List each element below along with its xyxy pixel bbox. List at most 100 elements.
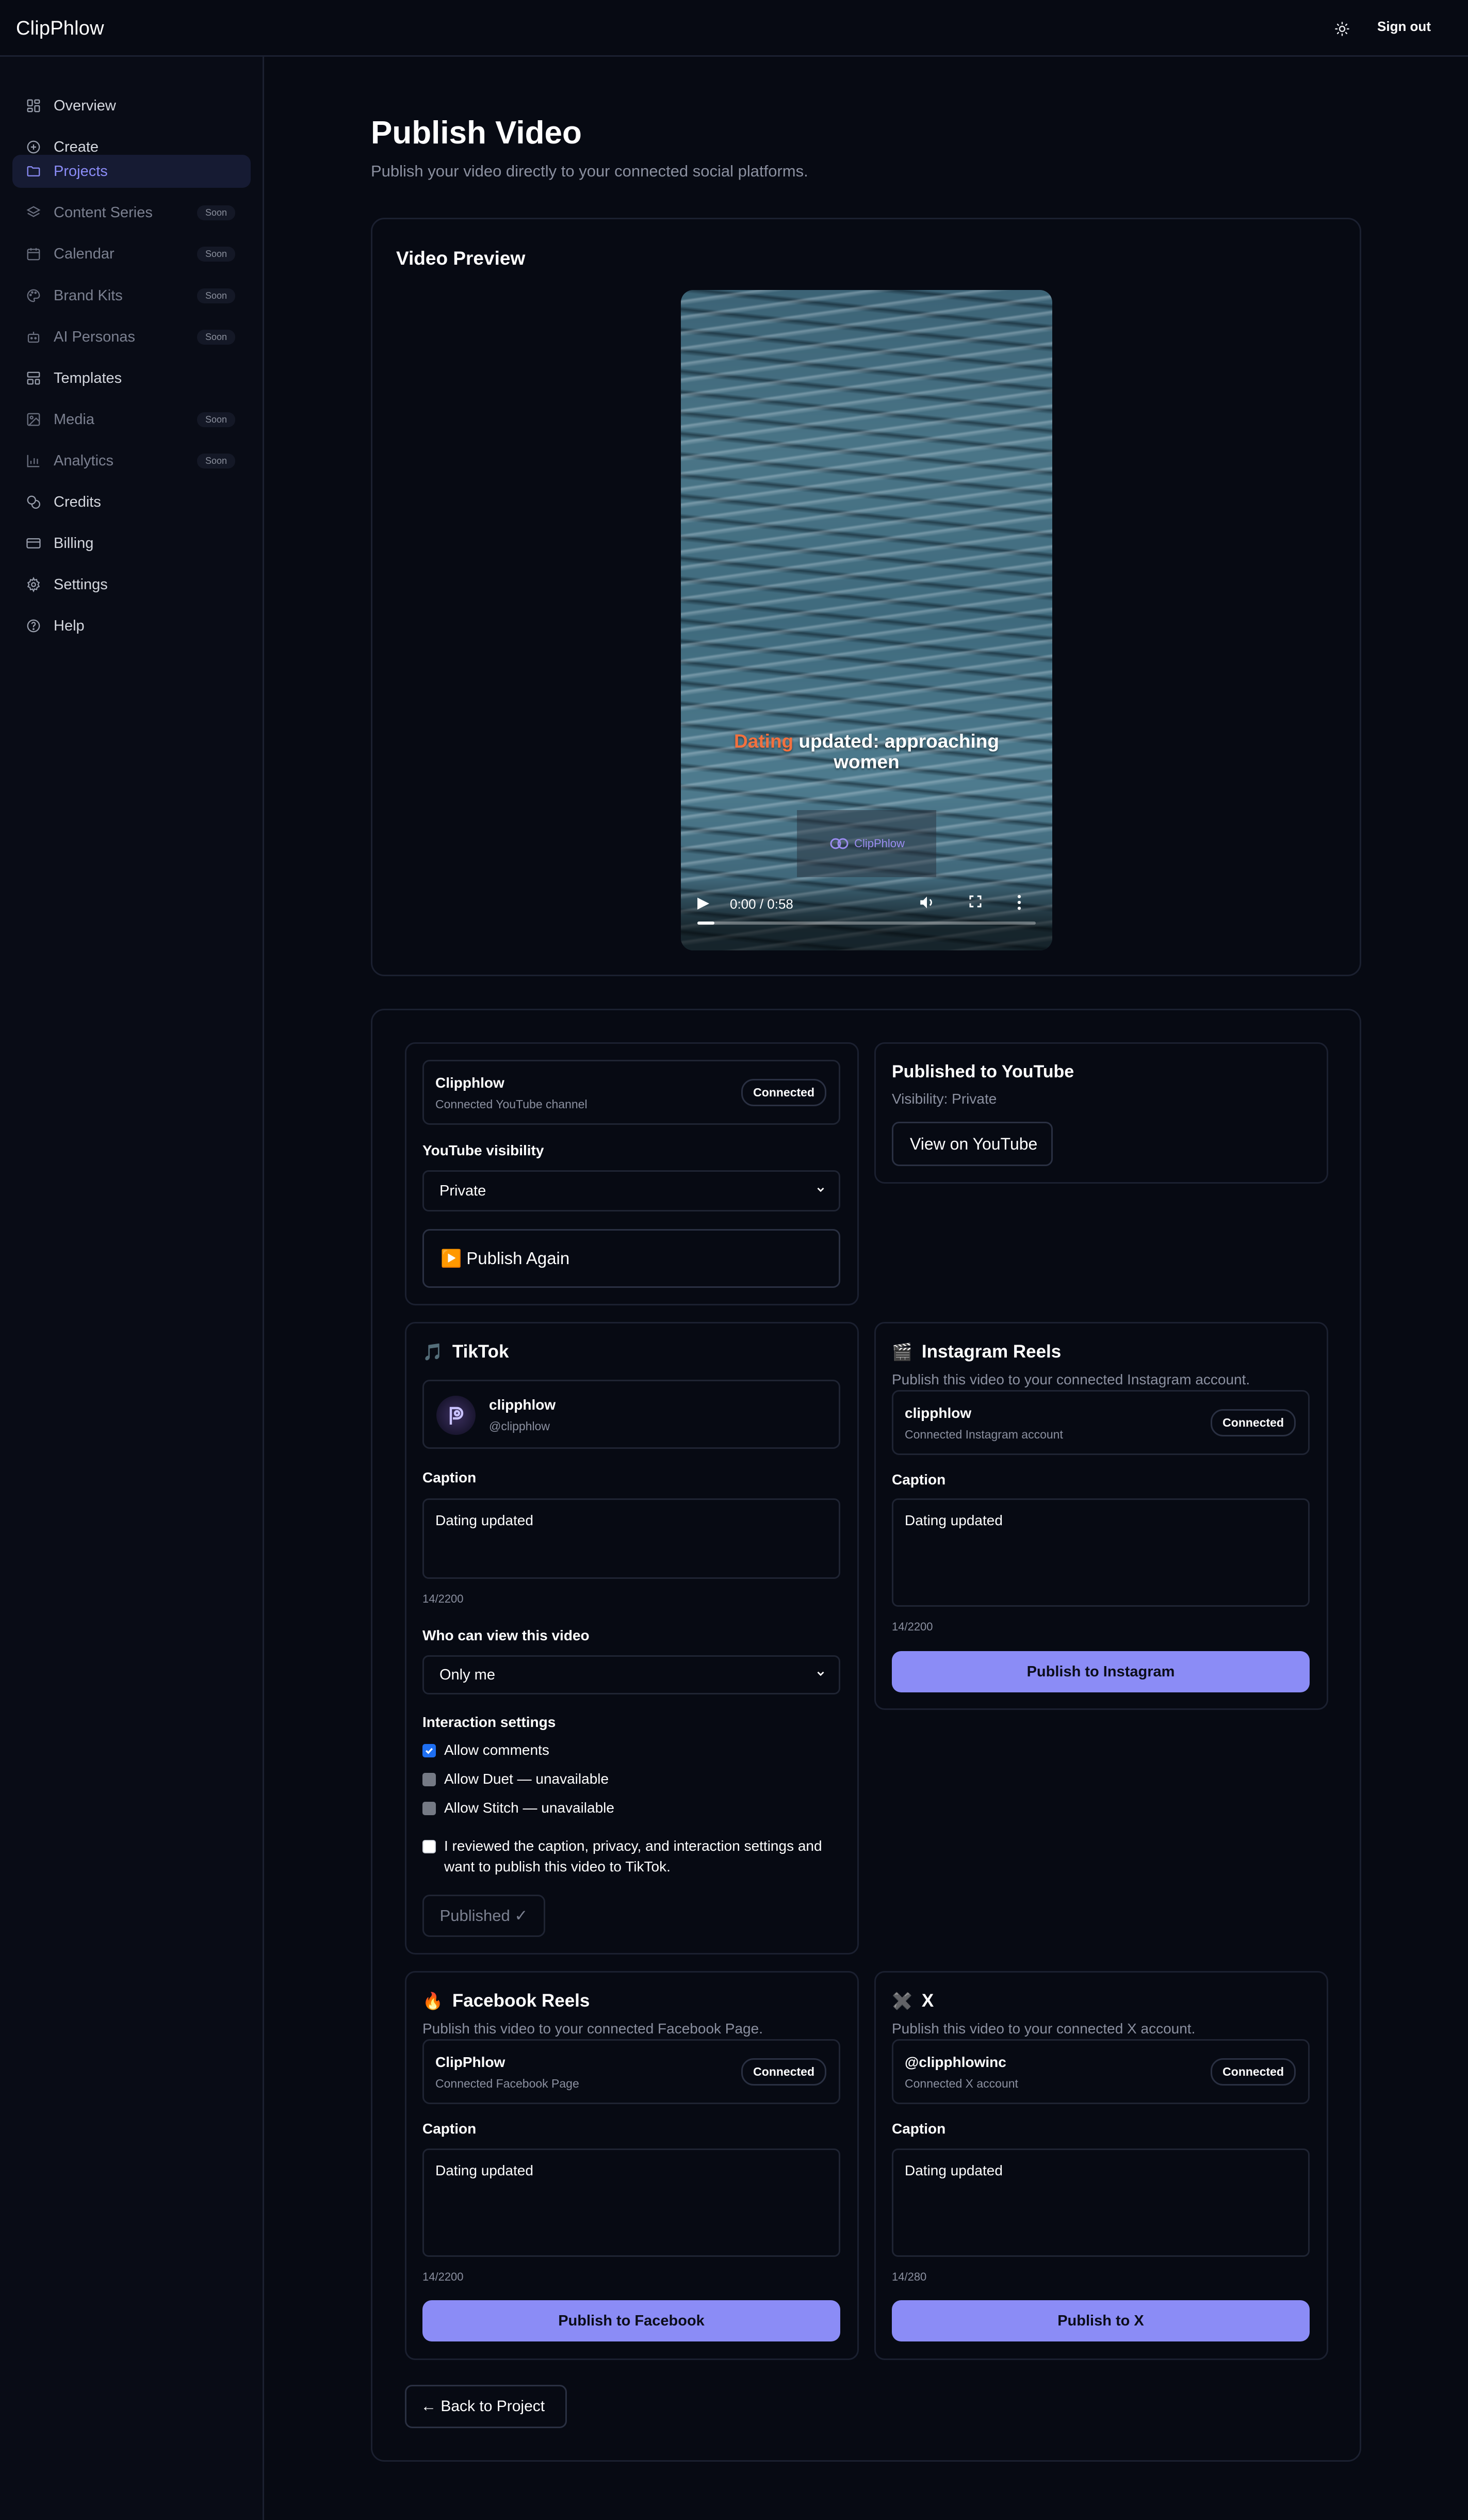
facebook-desc: Publish this video to your connected Fac… xyxy=(422,2021,763,2037)
play-icon[interactable]: ▶ xyxy=(697,894,709,912)
publish-to-instagram-button[interactable]: Publish to Instagram xyxy=(892,1651,1310,1692)
sidebar-item-help[interactable]: Help xyxy=(12,609,251,642)
video-caption-overlay: Dating updated: approaching women xyxy=(681,731,1052,772)
fire-icon: 🔥 xyxy=(422,1992,443,2010)
checkbox-checked[interactable] xyxy=(422,1744,436,1757)
tiktok-title-text: TikTok xyxy=(452,1342,509,1362)
more-options-icon[interactable] xyxy=(1016,894,1022,915)
video-progress-bar[interactable] xyxy=(697,922,1036,925)
account-name: Clipphlow xyxy=(435,1075,504,1091)
caption-label: Caption xyxy=(422,1469,477,1485)
caption-text: updated: approaching xyxy=(793,731,999,752)
video-time: 0:00 / 0:58 xyxy=(730,896,793,912)
music-note-icon: 🎵 xyxy=(422,1343,443,1361)
account-desc: Connected Facebook Page xyxy=(435,2077,579,2090)
sidebar-item-label: Create xyxy=(54,138,99,155)
video-progress-fill xyxy=(697,922,714,925)
video-player[interactable]: Dating updated: approaching women ClipPh… xyxy=(681,290,1052,950)
sidebar-item-label: Billing xyxy=(54,535,94,552)
confirm-row[interactable]: I reviewed the caption, privacy, and int… xyxy=(422,1836,822,1877)
palette-icon xyxy=(25,287,42,304)
chevron-down-icon xyxy=(815,1667,826,1684)
account-desc: Connected Instagram account xyxy=(905,1428,1063,1441)
facebook-caption-input[interactable]: Dating updated xyxy=(422,2149,840,2257)
caption-label: Caption xyxy=(422,2121,477,2137)
top-bar: ClipPhlow Sign out xyxy=(0,0,1468,57)
view-on-youtube-button[interactable]: View on YouTube xyxy=(892,1122,1053,1166)
brand-logo[interactable]: ClipPhlow xyxy=(16,18,104,40)
gear-icon xyxy=(25,576,42,593)
watermark-logo-icon xyxy=(830,838,849,849)
select-value: Private xyxy=(439,1182,486,1199)
connected-badge: Connected xyxy=(1211,2058,1296,2086)
sidebar-item-calendar[interactable]: Calendar Soon xyxy=(12,237,251,270)
watermark-text: ClipPhlow xyxy=(854,837,905,850)
caption-label: Caption xyxy=(892,1472,946,1488)
sidebar-item-brand-kits[interactable]: Brand Kits Soon xyxy=(12,279,251,312)
allow-comments-row[interactable]: Allow comments xyxy=(422,1742,549,1758)
sidebar-item-label: Analytics xyxy=(54,452,114,469)
sidebar-item-overview[interactable]: Overview xyxy=(12,89,251,122)
video-preview-title: Video Preview xyxy=(396,248,526,269)
soon-badge: Soon xyxy=(197,454,235,469)
instagram-desc: Publish this video to your connected Ins… xyxy=(892,1371,1250,1387)
x-caption-input[interactable]: Dating updated xyxy=(892,2149,1310,2257)
caption-count: 14/280 xyxy=(892,2270,927,2283)
facebook-account: ClipPhlow Connected Facebook Page Connec… xyxy=(422,2039,840,2104)
template-icon xyxy=(25,369,42,387)
sidebar-item-media[interactable]: Media Soon xyxy=(12,403,251,436)
tiktok-caption-input[interactable]: Dating updated xyxy=(422,1498,840,1579)
instagram-caption-input[interactable]: Dating updated xyxy=(892,1498,1310,1607)
layers-icon xyxy=(25,204,42,221)
sidebar-item-label: Projects xyxy=(54,163,108,180)
confirm-checkbox[interactable] xyxy=(422,1840,436,1853)
caption-line-2: women xyxy=(834,751,900,772)
soon-badge: Soon xyxy=(197,330,235,345)
tiktok-privacy-select[interactable]: Only me xyxy=(422,1655,840,1694)
volume-icon[interactable] xyxy=(918,894,936,915)
sidebar-item-label: AI Personas xyxy=(54,328,135,345)
youtube-account: Clipphlow Connected YouTube channel Conn… xyxy=(422,1060,840,1125)
connected-badge: Connected xyxy=(741,2058,826,2086)
publish-to-facebook-button[interactable]: Publish to Facebook xyxy=(422,2300,840,2341)
sidebar-item-billing[interactable]: Billing xyxy=(12,527,251,560)
youtube-visibility-label: YouTube visibility xyxy=(422,1142,544,1158)
sidebar-item-settings[interactable]: Settings xyxy=(12,568,251,601)
soon-badge: Soon xyxy=(197,412,235,427)
sidebar-item-templates[interactable]: Templates xyxy=(12,362,251,395)
sidebar-item-content-series[interactable]: Content Series Soon xyxy=(12,196,251,229)
back-to-project-button[interactable]: ← Back to Project xyxy=(405,2385,567,2428)
plus-circle-icon xyxy=(25,138,42,156)
sidebar-item-ai-personas[interactable]: AI Personas Soon xyxy=(12,320,251,353)
x-desc: Publish this video to your connected X a… xyxy=(892,2021,1196,2037)
privacy-label: Who can view this video xyxy=(422,1627,590,1643)
account-desc: Connected X account xyxy=(905,2077,1018,2090)
publish-again-button[interactable]: ▶️ Publish Again xyxy=(422,1229,840,1288)
x-logo-icon: ✖️ xyxy=(892,1992,912,2010)
tiktok-title: 🎵 TikTok xyxy=(422,1342,509,1362)
caption-count: 14/2200 xyxy=(422,1592,464,1605)
instagram-title: 🎬 Instagram Reels xyxy=(892,1342,1061,1362)
sidebar-item-credits[interactable]: Credits xyxy=(12,486,251,519)
account-handle: @clipphlow xyxy=(489,1419,550,1433)
sidebar-item-analytics[interactable]: Analytics Soon xyxy=(12,444,251,477)
published-visibility: Visibility: Private xyxy=(892,1091,997,1107)
help-circle-icon xyxy=(25,617,42,635)
sign-out-button[interactable]: Sign out xyxy=(1377,19,1431,35)
sidebar-item-projects[interactable]: Projects xyxy=(12,155,251,188)
bot-icon xyxy=(25,328,42,346)
caption-label: Caption xyxy=(892,2121,946,2137)
soon-badge: Soon xyxy=(197,288,235,303)
theme-toggle-button[interactable] xyxy=(1330,18,1355,40)
checkbox-disabled xyxy=(422,1802,436,1815)
tiktok-published-button[interactable]: Published ✓ xyxy=(422,1895,545,1937)
youtube-visibility-select[interactable]: Private xyxy=(422,1170,840,1211)
sidebar-item-label: Help xyxy=(54,617,85,634)
account-name: @clipphlowinc xyxy=(905,2054,1006,2070)
sidebar: Overview Create Projects Content Series … xyxy=(0,57,264,2520)
fullscreen-icon[interactable] xyxy=(968,894,983,913)
page-subtitle: Publish your video directly to your conn… xyxy=(371,162,808,180)
published-youtube-title: Published to YouTube xyxy=(892,1062,1074,1081)
x-title-text: X xyxy=(921,1991,934,2011)
publish-to-x-button[interactable]: Publish to X xyxy=(892,2300,1310,2341)
